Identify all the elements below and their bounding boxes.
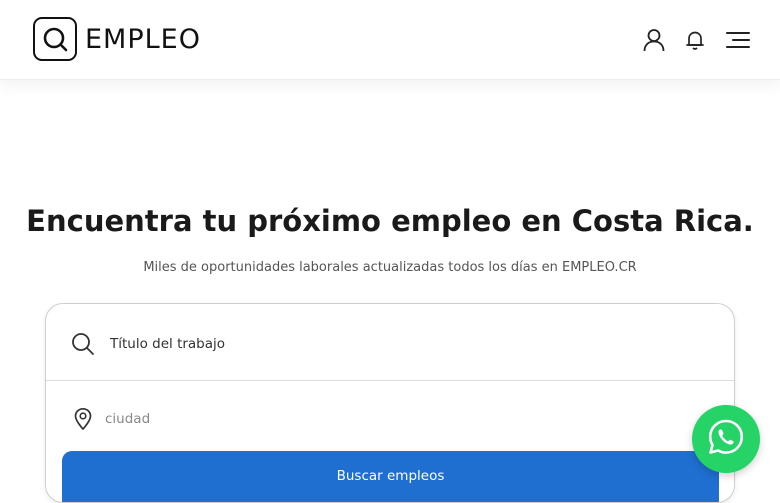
whatsapp-icon [706, 417, 746, 461]
location-pin-icon [69, 405, 97, 433]
job-title-row [46, 306, 734, 382]
search-icon [69, 330, 97, 358]
search-logo-icon [33, 17, 77, 61]
bell-icon[interactable] [679, 24, 711, 56]
search-jobs-button[interactable]: Buscar empleos [62, 451, 719, 502]
job-search-form: Buscar empleos [45, 303, 735, 503]
brand-logo[interactable]: EMPLEO [33, 17, 201, 61]
job-title-input[interactable] [110, 329, 670, 359]
menu-icon[interactable] [721, 24, 755, 56]
brand-name: EMPLEO [85, 23, 201, 55]
hero-subtitle: Miles de oportunidades laborales actuali… [143, 260, 637, 275]
whatsapp-chat-button[interactable] [692, 405, 760, 473]
city-input[interactable] [105, 403, 665, 434]
site-header: EMPLEO [0, 0, 780, 80]
city-row [46, 380, 734, 456]
user-account-icon[interactable] [638, 24, 670, 56]
hero-title: Encuentra tu próximo empleo en Costa Ric… [26, 204, 754, 238]
